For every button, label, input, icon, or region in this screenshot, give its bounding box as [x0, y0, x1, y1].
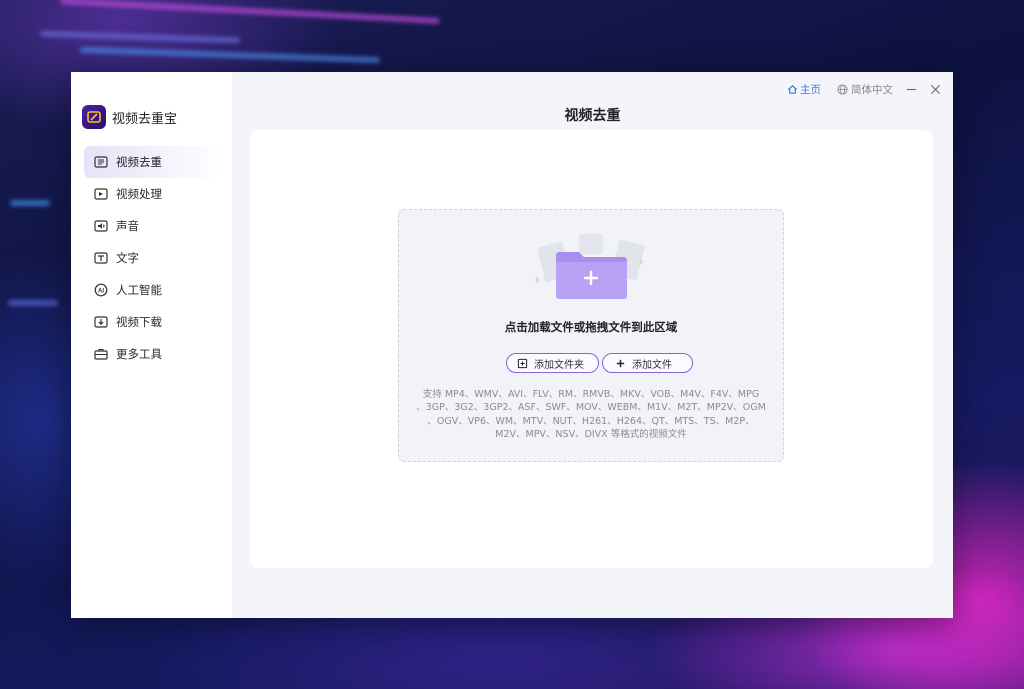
- close-button[interactable]: [929, 84, 941, 96]
- content-card: 点击加载文件或拖拽文件到此区域 添加文件夹 添加文件 支持 MP4、WMV、AV…: [250, 130, 933, 568]
- sidebar-item-label: 视频下载: [116, 315, 162, 329]
- globe-icon: [837, 84, 848, 95]
- home-link[interactable]: 主页: [787, 82, 821, 97]
- sidebar-item-ai[interactable]: AI 人工智能: [84, 274, 224, 306]
- sidebar-nav: 视频去重 视频处理 声音 文字 AI 人工智能 视频下载 更多工具: [84, 146, 224, 370]
- sidebar-item-video-dedupe[interactable]: 视频去重: [84, 146, 224, 178]
- video-process-icon: [94, 187, 108, 201]
- sidebar-item-text[interactable]: 文字: [84, 242, 224, 274]
- add-file-label: 添加文件: [632, 359, 672, 371]
- home-icon: [787, 85, 798, 94]
- sidebar-item-video-process[interactable]: 视频处理: [84, 178, 224, 210]
- folder-plus-icon: [517, 358, 528, 368]
- formats-line: 、OGV、VP6、WM、MTV、NUT、H261、H264、QT、MTS、TS、…: [427, 415, 755, 427]
- text-icon: [94, 251, 108, 265]
- audio-icon: [94, 219, 108, 233]
- language-selector[interactable]: 简体中文: [837, 82, 893, 97]
- svg-text:AI: AI: [98, 288, 104, 294]
- sidebar: 视频去重宝 视频去重 视频处理 声音 文字 AI 人工智能 视频下载 更多工具: [71, 72, 232, 618]
- background-streak: [39, 30, 241, 44]
- add-folder-label: 添加文件夹: [534, 359, 584, 371]
- minimize-button[interactable]: [905, 84, 917, 96]
- add-folder-illustration-icon: [535, 234, 645, 299]
- add-folder-button[interactable]: 添加文件夹: [506, 353, 599, 373]
- sidebar-item-audio[interactable]: 声音: [84, 210, 224, 242]
- sidebar-item-label: 声音: [116, 219, 139, 233]
- add-buttons: 添加文件夹 添加文件: [506, 353, 693, 373]
- sidebar-item-download[interactable]: 视频下载: [84, 306, 224, 338]
- file-drop-zone[interactable]: 点击加载文件或拖拽文件到此区域 添加文件夹 添加文件 支持 MP4、WMV、AV…: [398, 209, 784, 462]
- formats-line: 、3GP、3G2、3GP2、ASF、SWF、MOV、WEBM、M1V、M2T、M…: [416, 402, 766, 414]
- background-streak: [79, 46, 381, 64]
- brand: 视频去重宝: [82, 105, 177, 129]
- minimize-icon: [906, 88, 916, 91]
- formats-line: M2V、MPV、NSV、DIVX 等格式的视频文件: [495, 428, 687, 440]
- close-icon: [930, 84, 940, 95]
- add-file-button[interactable]: 添加文件: [602, 353, 693, 373]
- app-logo-icon: [82, 105, 106, 129]
- video-dedupe-icon: [94, 155, 108, 169]
- sidebar-item-more-tools[interactable]: 更多工具: [84, 338, 224, 370]
- app-name: 视频去重宝: [112, 111, 178, 127]
- page-title: 视频去重: [564, 108, 621, 124]
- download-icon: [94, 315, 108, 329]
- sidebar-item-label: 更多工具: [116, 347, 162, 361]
- plus-icon: [616, 359, 625, 367]
- home-label: 主页: [800, 84, 821, 96]
- sidebar-item-label: 人工智能: [116, 283, 162, 297]
- ai-icon: AI: [94, 283, 108, 297]
- background-streak: [10, 200, 50, 206]
- formats-line: 支持 MP4、WMV、AVI、FLV、RM、RMVB、MKV、VOB、M4V、F…: [422, 389, 760, 400]
- sidebar-item-label: 视频处理: [116, 187, 162, 201]
- drop-instruction: 点击加载文件或拖拽文件到此区域: [504, 320, 678, 334]
- topbar: 主页 简体中文: [787, 82, 941, 97]
- toolbox-icon: [94, 347, 108, 361]
- background-streak: [60, 0, 440, 24]
- language-label: 简体中文: [851, 84, 893, 96]
- sidebar-item-label: 文字: [116, 251, 139, 265]
- app-window: 视频去重宝 视频去重 视频处理 声音 文字 AI 人工智能 视频下载 更多工具 …: [71, 72, 953, 618]
- main-area: 主页 简体中文 视频去重 点击加载文件或拖拽文件到此区域 添加文件夹 添加文件 …: [232, 72, 953, 618]
- supported-formats: 支持 MP4、WMV、AVI、FLV、RM、RMVB、MKV、VOB、M4V、F…: [407, 388, 775, 441]
- background-streak: [8, 300, 58, 306]
- sidebar-item-label: 视频去重: [116, 155, 162, 169]
